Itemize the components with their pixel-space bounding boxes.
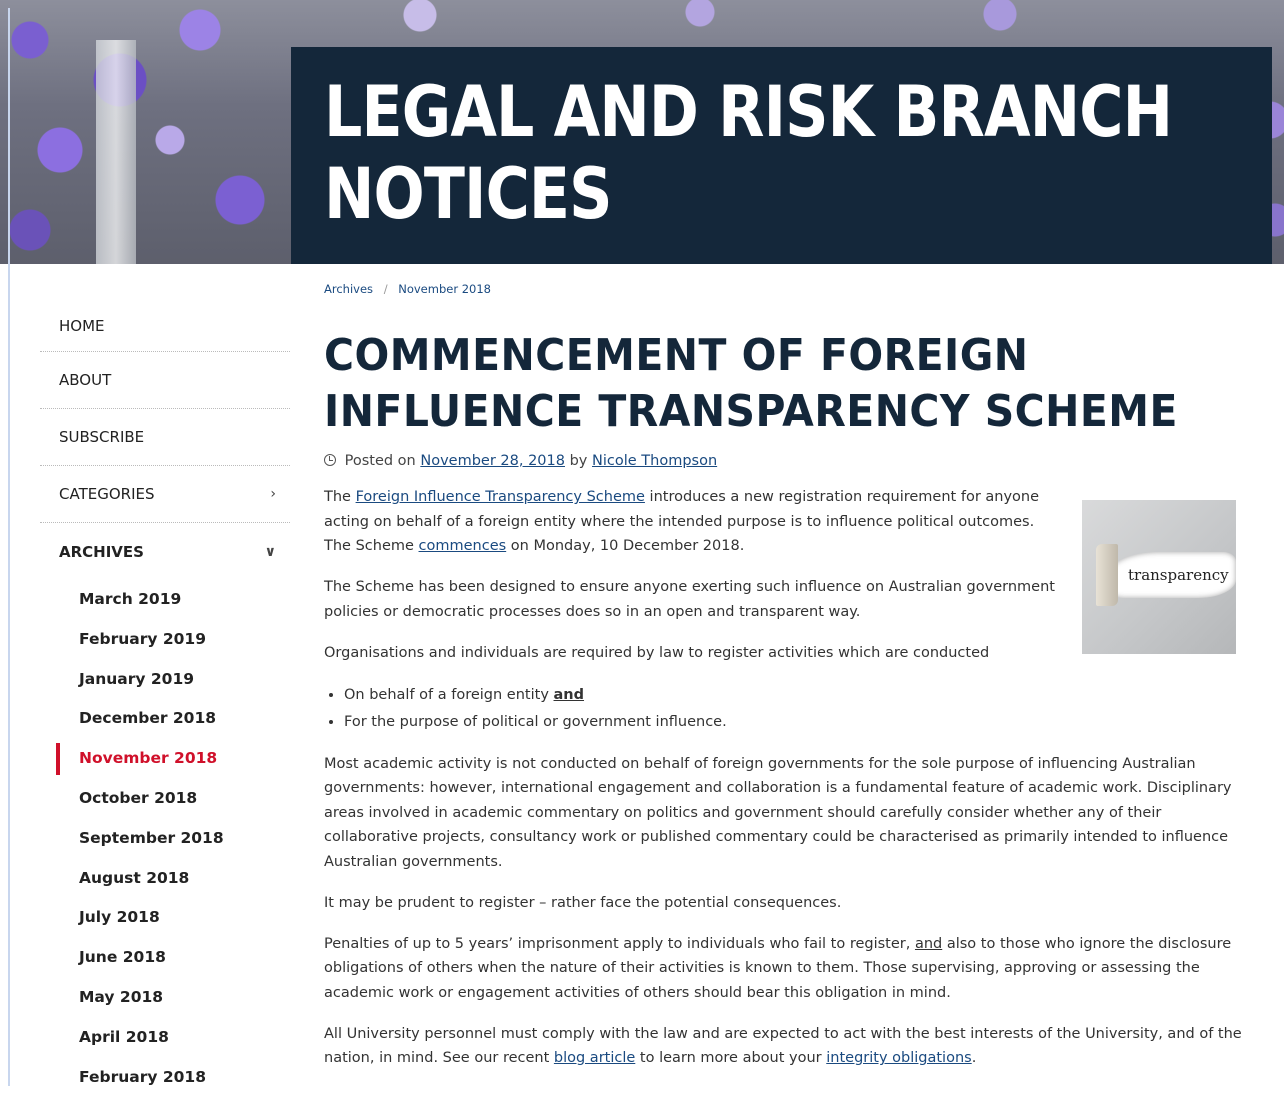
post-title-line2: INFLUENCE TRANSPARENCY SCHEME: [324, 386, 1178, 437]
paragraph-7: All University personnel must comply wit…: [324, 1022, 1244, 1071]
archive-link[interactable]: May 2018: [40, 978, 290, 1018]
text: .: [971, 1050, 977, 1066]
post-date-link[interactable]: November 28, 2018: [420, 453, 565, 469]
sidebar-item-archives[interactable]: ARCHIVES ∨: [40, 523, 290, 580]
breadcrumb-separator: /: [383, 282, 388, 296]
text: The: [324, 489, 351, 505]
sidebar-item-label: ARCHIVES: [59, 542, 144, 561]
post-meta-prefix: Posted on: [344, 453, 416, 469]
post-meta-by: by: [569, 453, 588, 469]
paper-curl-shape: [1096, 544, 1118, 606]
sidebar-item-label: HOME: [59, 316, 105, 335]
post-meta: Posted on November 28, 2018 by Nicole Th…: [324, 453, 1244, 475]
clock-icon: [324, 454, 336, 466]
text: on Monday, 10 December 2018.: [510, 538, 745, 554]
list-item: On behalf of a foreign entity and: [344, 682, 1244, 709]
sidebar-item-home[interactable]: HOME: [40, 300, 290, 352]
archive-link[interactable]: July 2018: [40, 898, 290, 938]
paragraph-4: Most academic activity is not conducted …: [324, 755, 1232, 870]
chevron-right-icon[interactable]: ›: [270, 486, 276, 502]
sidebar-item-about[interactable]: ABOUT: [40, 352, 290, 409]
commences-link[interactable]: commences: [419, 538, 507, 554]
site-title-line1: LEGAL AND RISK BRANCH: [324, 71, 1173, 153]
paragraph-6: Penalties of up to 5 years’ imprisonment…: [324, 932, 1244, 1006]
post-title-line1: COMMENCEMENT OF FOREIGN: [324, 330, 1029, 381]
site-title-line2: NOTICES: [324, 153, 613, 235]
transparency-image: transparency: [1082, 500, 1236, 654]
sidebar-item-subscribe[interactable]: SUBSCRIBE: [40, 409, 290, 466]
archive-link[interactable]: October 2018: [40, 779, 290, 819]
breadcrumb-current[interactable]: November 2018: [398, 282, 491, 296]
breadcrumb: Archives / November 2018: [324, 282, 1244, 302]
archive-link[interactable]: April 2018: [40, 1018, 290, 1058]
text: to learn more about your: [639, 1050, 822, 1066]
sidebar-item-label: ABOUT: [59, 371, 112, 389]
archive-link[interactable]: September 2018: [40, 819, 290, 859]
archive-link[interactable]: February 2018: [40, 1058, 290, 1097]
sidebar-nav: HOME ABOUT SUBSCRIBE CATEGORIES › ARCHIV…: [40, 300, 290, 1097]
text: Penalties of up to 5 years’ imprisonment…: [324, 935, 911, 952]
emphasis: and: [914, 935, 943, 952]
paragraph-2: The Scheme has been designed to ensure a…: [324, 579, 1055, 620]
emphasis: and: [553, 686, 585, 703]
post-author-link[interactable]: Nicole Thompson: [592, 453, 717, 469]
chevron-down-icon[interactable]: ∨: [265, 544, 276, 560]
requirements-list: On behalf of a foreign entity and For th…: [324, 682, 1244, 736]
breadcrumb-archives[interactable]: Archives: [324, 282, 373, 296]
sidebar-item-label: SUBSCRIBE: [59, 428, 145, 446]
text: On behalf of a foreign entity: [344, 686, 549, 703]
post-title: COMMENCEMENT OF FOREIGN INFLUENCE TRANSP…: [324, 328, 1180, 440]
archive-link[interactable]: January 2019: [40, 660, 290, 700]
archive-link[interactable]: August 2018: [40, 859, 290, 899]
site-banner: LEGAL AND RISK BRANCH NOTICES: [0, 0, 1284, 264]
paragraph-1: The Foreign Influence Transparency Schem…: [324, 485, 1064, 559]
archive-list: March 2019 February 2019 January 2019 De…: [40, 580, 290, 1097]
page-border-line: [8, 264, 10, 1086]
archive-link[interactable]: March 2019: [40, 580, 290, 620]
blog-article-link[interactable]: blog article: [554, 1050, 635, 1066]
integrity-obligations-link[interactable]: integrity obligations: [826, 1050, 971, 1066]
paragraph-5: It may be prudent to register – rather f…: [324, 894, 842, 911]
archive-link[interactable]: December 2018: [40, 699, 290, 739]
site-title-box[interactable]: LEGAL AND RISK BRANCH NOTICES: [291, 47, 1272, 264]
image-word: transparency: [1128, 566, 1229, 584]
list-item: For the purpose of political or governme…: [344, 709, 1244, 736]
archive-link[interactable]: February 2019: [40, 620, 290, 660]
archive-link-active[interactable]: November 2018: [40, 739, 290, 779]
sidebar-item-label: CATEGORIES: [59, 485, 155, 503]
sidebar-item-categories[interactable]: CATEGORIES ›: [40, 466, 290, 523]
site-title[interactable]: LEGAL AND RISK BRANCH NOTICES: [324, 71, 1173, 235]
scheme-link[interactable]: Foreign Influence Transparency Scheme: [356, 489, 645, 505]
main-content: Archives / November 2018 COMMENCEMENT OF…: [324, 282, 1244, 1087]
archive-link[interactable]: June 2018: [40, 938, 290, 978]
